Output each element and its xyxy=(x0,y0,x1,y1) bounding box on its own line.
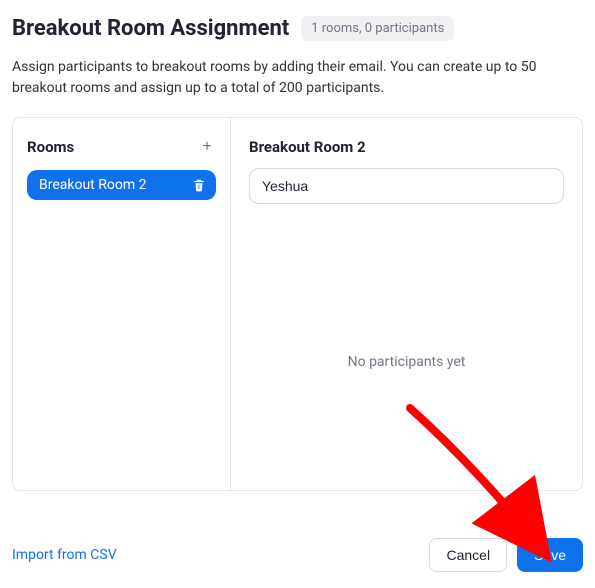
participant-input[interactable] xyxy=(249,168,564,204)
footer-buttons: Cancel Save xyxy=(429,538,583,572)
add-room-button[interactable]: + xyxy=(198,138,216,156)
cancel-button[interactable]: Cancel xyxy=(429,538,507,572)
save-button[interactable]: Save xyxy=(517,538,583,572)
room-item-label: Breakout Room 2 xyxy=(39,177,146,193)
header-row: Breakout Room Assignment 1 rooms, 0 part… xyxy=(12,16,583,41)
rooms-column: Rooms + Breakout Room 2 xyxy=(13,118,231,490)
footer: Import from CSV Cancel Save xyxy=(12,538,583,572)
import-csv-link[interactable]: Import from CSV xyxy=(12,547,117,563)
page-title: Breakout Room Assignment xyxy=(12,16,289,41)
rooms-header: Rooms + xyxy=(27,138,216,156)
description-text: Assign participants to breakout rooms by… xyxy=(12,57,583,99)
plus-icon: + xyxy=(202,139,211,155)
room-summary-badge: 1 rooms, 0 participants xyxy=(301,16,454,41)
trash-icon[interactable] xyxy=(192,178,206,192)
room-detail-title: Breakout Room 2 xyxy=(249,138,564,156)
rooms-panel: Rooms + Breakout Room 2 Breakout Room 2 … xyxy=(12,117,583,491)
no-participants-text: No participants yet xyxy=(249,354,564,370)
rooms-title: Rooms xyxy=(27,138,74,156)
room-item-selected[interactable]: Breakout Room 2 xyxy=(27,170,216,200)
room-detail-column: Breakout Room 2 No participants yet xyxy=(231,118,582,490)
